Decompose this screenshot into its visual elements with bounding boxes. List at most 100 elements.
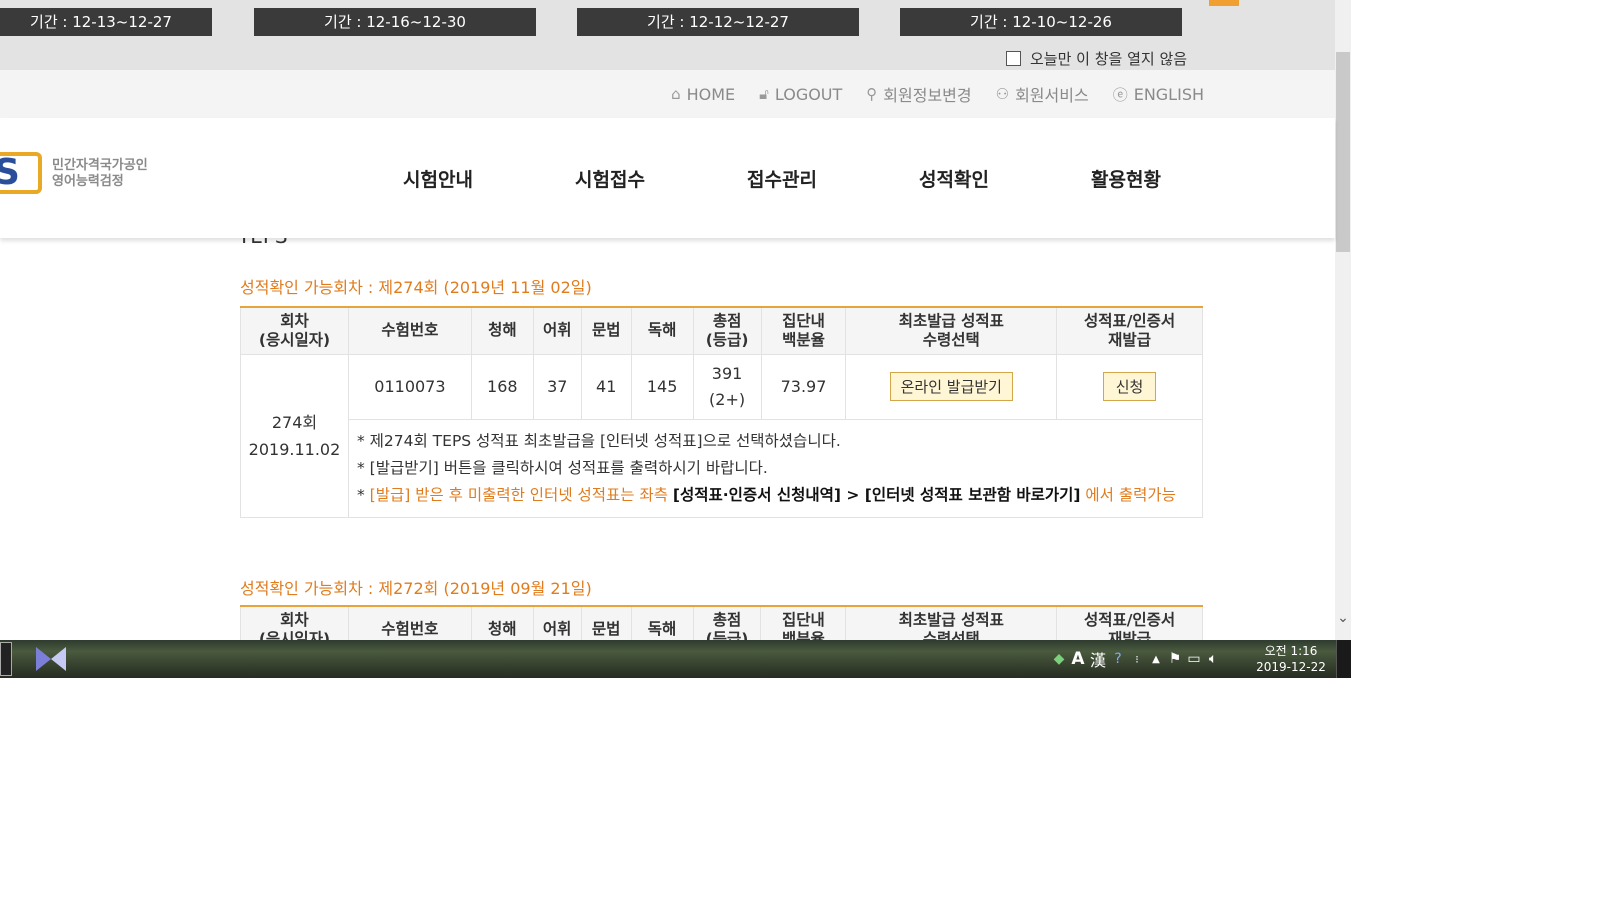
lock-icon: 🔓︎ bbox=[759, 85, 769, 103]
nav-exam-registration[interactable]: 시험접수 bbox=[524, 165, 696, 192]
vocab-cell: 37 bbox=[532, 353, 582, 420]
percentile-cell: 73.97 bbox=[760, 353, 847, 420]
member-edit-link[interactable]: ⚲ 회원정보변경 bbox=[866, 82, 971, 106]
notes-cell: * 제274회 TEPS 성적표 최초발급을 [인터넷 성적표]으로 선택하셨습… bbox=[347, 418, 1204, 518]
col-round: 회차 (응시일자) bbox=[240, 307, 349, 355]
show-desktop-button[interactable] bbox=[1336, 640, 1351, 678]
col-first-issue: 최초발급 성적표 수령선택 bbox=[845, 606, 1058, 640]
listening-cell: 168 bbox=[470, 353, 534, 420]
col-percentile: 집단내 백분율 bbox=[760, 307, 847, 355]
search-icon: ⚲ bbox=[866, 85, 878, 103]
user-icon: ⚇ bbox=[995, 85, 1010, 103]
nav-registration-management[interactable]: 접수관리 bbox=[696, 165, 868, 192]
member-service-link[interactable]: ⚇ 회원서비스 bbox=[996, 82, 1089, 106]
col-grammar: 문법 bbox=[580, 606, 632, 640]
home-link[interactable]: ⌂ HOME bbox=[671, 85, 735, 104]
popup-banner-strip: 기간 : 12-13~12-27 기간 : 12-16~12-30 기간 : 1… bbox=[0, 0, 1335, 70]
clock-time: 오전 1:16 bbox=[1264, 644, 1318, 658]
score-archive-link[interactable]: [성적표·인증서 신청내역] > [인터넷 성적표 보관함 바로가기] bbox=[673, 486, 1081, 504]
reissue-cell: 신청 bbox=[1056, 353, 1203, 420]
start-button-edge[interactable] bbox=[0, 642, 12, 676]
taskbar-clock[interactable]: 오전 1:16 2019-12-22 bbox=[1254, 643, 1328, 675]
logo-text-line1: 민간자격국가공인 bbox=[52, 158, 148, 173]
col-listening: 청해 bbox=[470, 307, 534, 355]
main-content: TEPS 성적확인 가능회차 : 제274회 (2019년 11월 02일) 회… bbox=[0, 238, 1335, 640]
col-grammar: 문법 bbox=[580, 307, 632, 355]
col-percentile: 집단내 백분율 bbox=[760, 606, 847, 640]
total-score: 391 bbox=[711, 363, 743, 383]
popup-period-tab-1[interactable]: 기간 : 12-13~12-27 bbox=[0, 8, 212, 36]
first-issue-cell: 온라인 발급받기 bbox=[845, 353, 1058, 420]
score-table-272: 회차 (응시일자) 수험번호 청해 어휘 문법 독해 총점 (등급) 집단내 백분율 … bbox=[240, 605, 1203, 640]
nav-usage-status[interactable]: 활용현황 bbox=[1040, 165, 1212, 192]
member-edit-label: 회원정보변경 bbox=[883, 86, 972, 105]
utility-bar: ⌂ HOME 🔓︎ LOGOUT ⚲ 회원정보변경 ⚇ 회원서비스 ⓔ ENGL… bbox=[0, 70, 1335, 118]
logo-text[interactable]: 민간자격국가공인 영어능력검정 bbox=[52, 158, 148, 190]
globe-icon: ⓔ bbox=[1112, 85, 1128, 104]
round-caption-274: 성적확인 가능회차 : 제274회 (2019년 11월 02일) bbox=[240, 278, 592, 297]
vertical-scrollbar[interactable]: ⌄ bbox=[1335, 0, 1351, 640]
col-vocab: 어휘 bbox=[532, 606, 582, 640]
scroll-down-icon[interactable]: ⌄ bbox=[1336, 610, 1350, 626]
grammar-cell: 41 bbox=[580, 353, 632, 420]
network-icon[interactable]: ▭ bbox=[1187, 651, 1201, 667]
table-row: 274회 2019.11.02 0110073 168 37 41 145 39… bbox=[240, 353, 1203, 518]
clock-date: 2019-12-22 bbox=[1256, 660, 1326, 674]
total-grade: (2+) bbox=[709, 389, 746, 409]
logout-link[interactable]: 🔓︎ LOGOUT bbox=[759, 85, 842, 104]
language-icon[interactable]: ◆ bbox=[1052, 651, 1066, 667]
reissue-apply-button[interactable]: 신청 bbox=[1102, 372, 1157, 401]
show-hidden-icons-icon[interactable]: ▲ bbox=[1149, 654, 1163, 665]
col-reading: 독해 bbox=[630, 307, 694, 355]
online-issue-button[interactable]: 온라인 발급받기 bbox=[889, 372, 1013, 401]
site-header: S 민간자격국가공인 영어능력검정 시험안내 시험접수 접수관리 성적확인 활용… bbox=[0, 118, 1335, 238]
popup-period-tab-3[interactable]: 기간 : 12-12~12-27 bbox=[577, 8, 859, 36]
notes-row: * 제274회 TEPS 성적표 최초발급을 [인터넷 성적표]으로 선택하셨습… bbox=[241, 418, 1204, 518]
exam-no-cell: 0110073 bbox=[347, 353, 472, 420]
dont-open-today-checkbox[interactable]: 오늘만 이 창을 열지 않음 bbox=[1006, 48, 1187, 68]
ime-a-icon[interactable]: A bbox=[1071, 649, 1085, 669]
volume-icon[interactable]: 🔈︎ bbox=[1206, 651, 1220, 667]
round-cell: 274회 2019.11.02 bbox=[240, 353, 349, 518]
total-cell: 391 (2+) bbox=[692, 353, 762, 420]
flag-icon[interactable]: ⚑ bbox=[1168, 651, 1182, 667]
logout-label: LOGOUT bbox=[774, 84, 843, 104]
system-tray: ◆ A 漢 ? ⁝ ▲ ⚑ ▭ 🔈︎ bbox=[1052, 640, 1220, 678]
col-round: 회차 (응시일자) bbox=[240, 606, 349, 640]
note-line-1: * 제274회 TEPS 성적표 최초발급을 [인터넷 성적표]으로 선택하셨습… bbox=[356, 431, 841, 450]
logo-text-line2: 영어능력검정 bbox=[52, 174, 124, 189]
col-reissue: 성적표/인증서 재발급 bbox=[1056, 606, 1203, 640]
round-number: 274회 bbox=[271, 412, 318, 432]
popup-close-marker[interactable] bbox=[1209, 0, 1239, 6]
dont-open-today-label: 오늘만 이 창을 열지 않음 bbox=[1030, 49, 1188, 68]
ime-options-icon[interactable]: ⁝ bbox=[1130, 653, 1144, 666]
browser-window: 기간 : 12-13~12-27 기간 : 12-16~12-30 기간 : 1… bbox=[0, 0, 1351, 680]
app-bowtie-icon[interactable] bbox=[36, 647, 66, 671]
round-date: 2019.11.02 bbox=[248, 439, 341, 459]
main-navigation: 시험안내 시험접수 접수관리 성적확인 활용현황 bbox=[352, 118, 1212, 238]
note-line-2: * [발급받기] 버튼을 클릭하시여 성적표를 출력하시기 바랍니다. bbox=[356, 458, 768, 477]
english-link[interactable]: ⓔ ENGLISH bbox=[1113, 84, 1204, 105]
col-exam-no: 수험번호 bbox=[347, 307, 472, 355]
col-first-issue: 최초발급 성적표 수령선택 bbox=[845, 307, 1058, 355]
table-header-row: 회차 (응시일자) 수험번호 청해 어휘 문법 독해 총점 (등급) 집단내 백분율 … bbox=[240, 307, 1203, 355]
home-label: HOME bbox=[686, 84, 736, 104]
checkbox-box[interactable] bbox=[1006, 50, 1021, 66]
col-total: 총점 (등급) bbox=[692, 606, 762, 640]
col-exam-no: 수험번호 bbox=[347, 606, 472, 640]
popup-period-tab-2[interactable]: 기간 : 12-16~12-30 bbox=[254, 8, 536, 36]
nav-exam-info[interactable]: 시험안내 bbox=[352, 165, 524, 192]
english-label: ENGLISH bbox=[1133, 84, 1204, 104]
popup-period-tab-4[interactable]: 기간 : 12-10~12-26 bbox=[900, 8, 1182, 36]
help-icon[interactable]: ? bbox=[1111, 651, 1125, 667]
col-listening: 청해 bbox=[470, 606, 534, 640]
windows-taskbar: ◆ A 漢 ? ⁝ ▲ ⚑ ▭ 🔈︎ 오전 1:16 2019-12-22 bbox=[0, 640, 1351, 678]
member-service-label: 회원서비스 bbox=[1015, 86, 1089, 105]
ime-hanja-icon[interactable]: 漢 bbox=[1090, 647, 1106, 671]
scrollbar-thumb[interactable] bbox=[1336, 52, 1350, 252]
home-icon: ⌂ bbox=[671, 85, 681, 103]
col-reading: 독해 bbox=[630, 606, 694, 640]
nav-score-check[interactable]: 성적확인 bbox=[868, 165, 1040, 192]
reading-cell: 145 bbox=[630, 353, 694, 420]
col-total: 총점 (등급) bbox=[692, 307, 762, 355]
